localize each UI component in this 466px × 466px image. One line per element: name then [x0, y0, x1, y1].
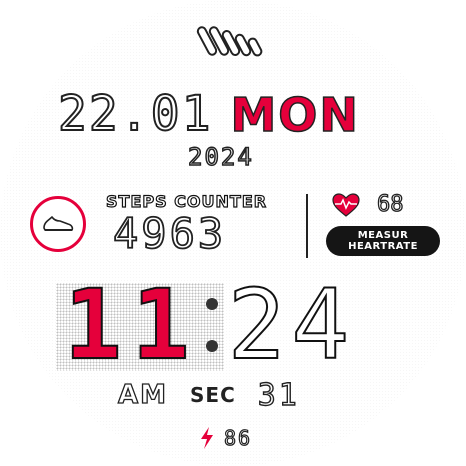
measure-heartrate-line2: HEARTRATE	[348, 241, 418, 252]
steps-complication[interactable]	[30, 196, 86, 252]
date-weekday: MON	[230, 88, 360, 142]
divider	[306, 194, 308, 258]
seconds-label: SEC	[190, 383, 236, 407]
measure-heartrate-line1: MEASUR	[357, 230, 409, 241]
lightning-bolt-icon	[201, 427, 213, 449]
time-minute: 24	[227, 269, 356, 381]
time-colon	[204, 290, 220, 360]
heart-rate-value: 68	[376, 191, 404, 217]
watch-face: 22.01 MON 2024 STEPS COUNTER 4963 68 MEA…	[0, 0, 466, 466]
measure-heartrate-button[interactable]: MEASUR HEARTRATE	[326, 226, 440, 256]
seconds-row: AM SEC 31	[117, 377, 358, 413]
heart-ecg-icon	[332, 193, 360, 217]
time-hour: 11	[63, 269, 200, 381]
sneaker-icon	[43, 216, 74, 231]
seconds-value: 31	[257, 377, 300, 413]
battery-value: 86	[223, 425, 253, 450]
date-year: 2024	[187, 142, 254, 172]
date-row: 22.01 MON	[57, 86, 408, 142]
ampm-indicator: AM	[117, 379, 168, 410]
time-display: 11 24	[63, 269, 404, 381]
battery-complication[interactable]: 86	[198, 424, 252, 452]
brand-logo-icon	[196, 26, 263, 57]
steps-value: 4963	[112, 209, 227, 258]
date-day-month: 22.01	[57, 86, 213, 142]
